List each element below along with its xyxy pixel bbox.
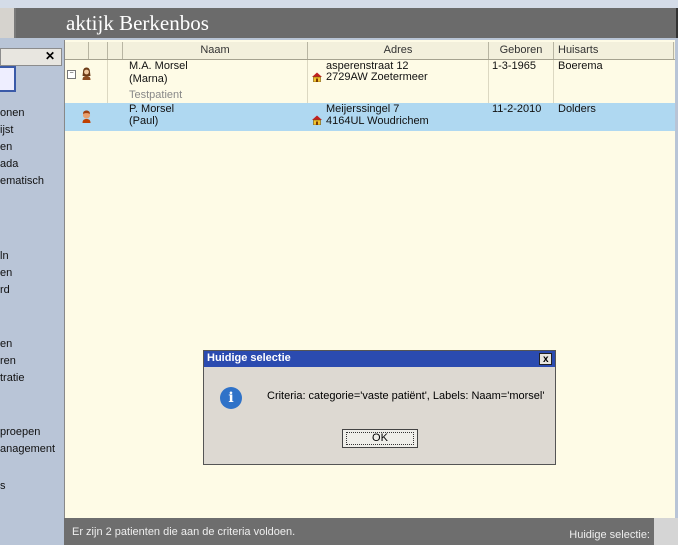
column-header-gp[interactable]: Huisarts bbox=[554, 42, 674, 59]
column-header-blank[interactable] bbox=[108, 42, 123, 59]
nav-item[interactable]: tratie bbox=[0, 372, 24, 384]
table-row[interactable]: − M.A. Morsel (Marna) Testpatient aspere… bbox=[65, 60, 675, 102]
column-header-expand[interactable] bbox=[65, 42, 89, 59]
title-tab[interactable] bbox=[0, 8, 16, 38]
address-street: Meijerssingel 7 bbox=[326, 103, 400, 115]
selection-dialog: Huidige selectie x i Criteria: categorie… bbox=[203, 350, 556, 465]
ok-button[interactable]: OK bbox=[342, 429, 418, 448]
nav-item[interactable]: ada bbox=[0, 158, 18, 170]
nav-item[interactable]: s bbox=[0, 480, 6, 492]
patient-gp: Boerema bbox=[558, 60, 603, 72]
left-panel-header: ✕ bbox=[0, 48, 62, 66]
address-city: 4164UL Woudrichem bbox=[326, 115, 429, 127]
close-icon: x bbox=[543, 354, 549, 365]
nav-item[interactable]: en bbox=[0, 141, 12, 153]
dialog-close-button[interactable]: x bbox=[539, 353, 552, 365]
nav-item[interactable]: ren bbox=[0, 355, 16, 367]
collapse-icon[interactable]: − bbox=[67, 70, 76, 79]
table-header: Naam Adres Geboren Huisarts bbox=[65, 42, 675, 60]
status-bar: Er zijn 2 patienten die aan de criteria … bbox=[64, 518, 654, 545]
patient-born: 1-3-1965 bbox=[492, 60, 537, 72]
left-panel-search-box[interactable] bbox=[0, 66, 16, 92]
dialog-title: Huidige selectie bbox=[207, 352, 291, 364]
status-message: Er zijn 2 patienten die aan de criteria … bbox=[72, 526, 296, 538]
male-patient-icon bbox=[82, 110, 91, 123]
patient-note: Testpatient bbox=[129, 89, 183, 101]
nav-item[interactable]: en bbox=[0, 338, 12, 350]
selection-label: Huidige selectie: bbox=[569, 529, 650, 541]
dialog-title-bar: Huidige selectie x bbox=[204, 351, 555, 367]
info-icon: i bbox=[220, 387, 242, 409]
column-header-born[interactable]: Geboren bbox=[489, 42, 554, 59]
patient-name: M.A. Morsel bbox=[129, 60, 188, 72]
nav-item[interactable]: onen bbox=[0, 107, 24, 119]
column-header-icon[interactable] bbox=[89, 42, 108, 59]
window-title: aktijk Berkenbos bbox=[66, 11, 209, 35]
patient-nickname: (Marna) bbox=[129, 73, 168, 85]
nav-item[interactable]: ln bbox=[0, 250, 9, 262]
column-header-name[interactable]: Naam bbox=[123, 42, 308, 59]
patient-name: P. Morsel bbox=[129, 103, 175, 115]
female-patient-icon bbox=[82, 67, 91, 80]
close-icon[interactable]: ✕ bbox=[45, 49, 55, 63]
patient-born: 11-2-2010 bbox=[492, 103, 542, 115]
left-panel: ✕ onen ijst en ada ematisch ln en rd en … bbox=[0, 40, 63, 545]
patient-gp: Dolders bbox=[558, 103, 596, 115]
table-row-selected[interactable]: P. Morsel (Paul) Meijerssingel 7 4164UL … bbox=[65, 103, 675, 131]
nav-item[interactable]: en bbox=[0, 267, 12, 279]
nav-item[interactable]: anagement bbox=[0, 443, 55, 455]
nav-item[interactable]: proepen bbox=[0, 426, 40, 438]
top-strip bbox=[0, 0, 678, 8]
nav-item[interactable]: ijst bbox=[0, 124, 13, 136]
nav-item[interactable]: rd bbox=[0, 284, 10, 296]
nav-item[interactable]: ematisch bbox=[0, 175, 44, 187]
dialog-message: Criteria: categorie='vaste patiënt', Lab… bbox=[267, 390, 545, 402]
house-icon bbox=[312, 115, 322, 125]
title-bar: aktijk Berkenbos bbox=[0, 8, 678, 38]
house-icon bbox=[312, 72, 322, 82]
patient-nickname: (Paul) bbox=[129, 115, 159, 127]
column-header-address[interactable]: Adres bbox=[308, 42, 489, 59]
address-city: 2729AW Zoetermeer bbox=[326, 71, 428, 83]
status-bar-end bbox=[654, 518, 678, 545]
